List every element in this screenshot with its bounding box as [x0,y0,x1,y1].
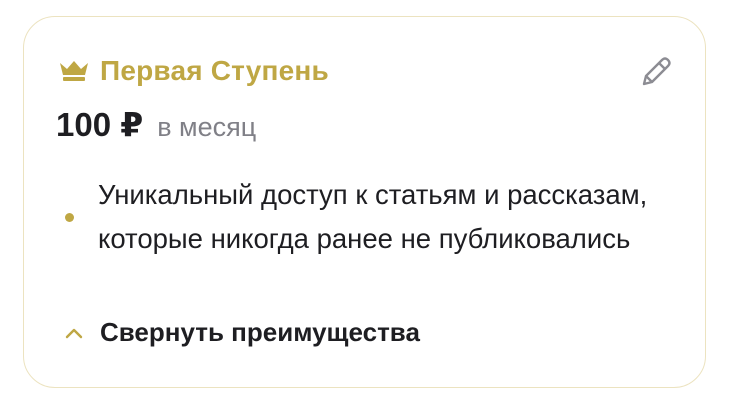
tier-card: Первая Ступень 100 ₽ в месяц Уникальный … [23,16,706,388]
benefit-item: Уникальный доступ к статьям и рассказам,… [64,173,684,261]
price-period: в месяц [157,112,257,142]
bullet-icon [65,212,74,222]
benefit-text: Уникальный доступ к статьям и рассказам,… [98,179,648,254]
collapse-benefits-label: Свернуть преимущества [100,317,420,347]
chevron-up-icon [64,326,84,340]
price-row: 100 ₽ в месяц [56,105,256,144]
pencil-icon[interactable] [637,53,675,91]
benefits-list: Уникальный доступ к статьям и рассказам,… [64,173,684,261]
price-amount: 100 ₽ [56,106,144,143]
tier-header: Первая Ступень [58,55,329,87]
tier-name: Первая Ступень [100,55,329,86]
collapse-benefits-button[interactable]: Свернуть преимущества [64,317,420,348]
crown-icon [58,59,90,83]
